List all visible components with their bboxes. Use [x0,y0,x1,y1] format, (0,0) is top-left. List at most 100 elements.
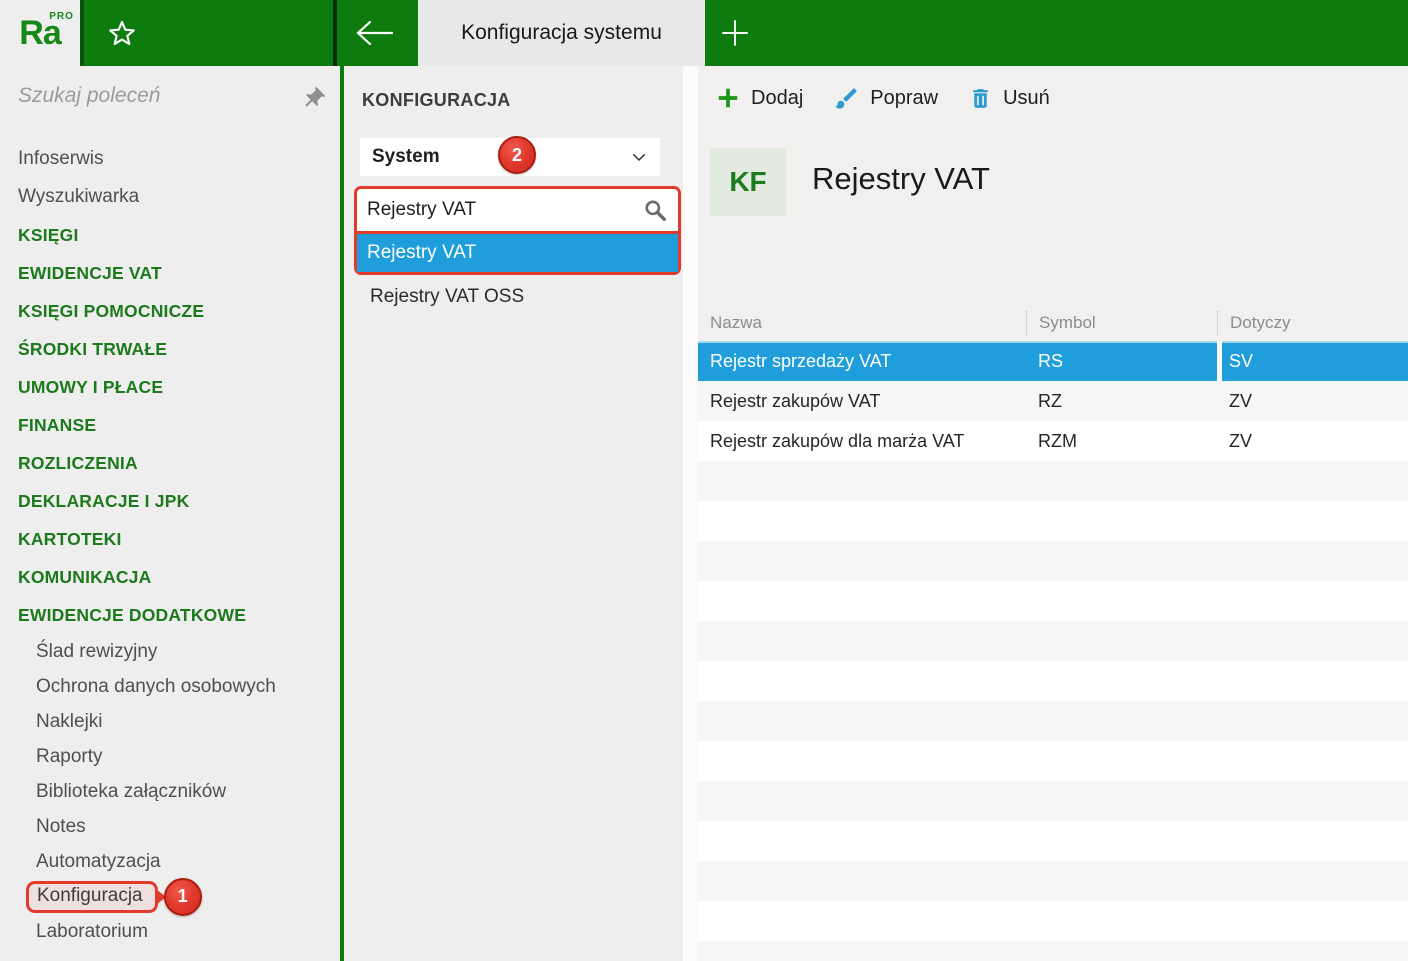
table-cell[interactable] [1217,581,1408,621]
column-header-nazwa[interactable]: Nazwa [698,311,1026,335]
table-cell[interactable]: SV [1217,341,1408,381]
table-cell[interactable]: Rejestr zakupów dla marża VAT [698,421,1026,461]
table-cell[interactable]: RS [1026,341,1217,381]
command-search[interactable]: Szukaj poleceń [0,66,340,128]
table-cell[interactable] [1026,541,1217,581]
table-cell[interactable]: RZM [1026,421,1217,461]
table-cell[interactable] [1026,581,1217,621]
config-list-item-rejestry-vat[interactable]: Rejestry VAT [357,234,678,272]
table-cell[interactable]: ZV [1217,381,1408,421]
table-cell[interactable] [1217,741,1408,781]
table-cell[interactable] [1026,901,1217,941]
tab-konfiguracja-systemu[interactable]: Konfiguracja systemu [418,0,705,66]
table-cell[interactable] [1217,501,1408,541]
table-empty-row[interactable] [698,501,1408,541]
table-cell[interactable] [698,821,1026,861]
table-cell[interactable] [1026,701,1217,741]
table-cell[interactable] [698,701,1026,741]
sidebar-item-naklejki[interactable]: Naklejki [0,704,340,739]
table-cell[interactable] [698,501,1026,541]
table-cell[interactable] [1026,621,1217,661]
table-cell[interactable] [1217,461,1408,501]
table-cell[interactable] [698,901,1026,941]
table-cell[interactable] [698,661,1026,701]
table-cell[interactable] [698,461,1026,501]
table-cell[interactable]: Rejestr sprzedaży VAT [698,341,1026,381]
table-empty-row[interactable] [698,621,1408,661]
sidebar-item-księgi[interactable]: KSIĘGI [0,216,340,254]
sidebar-item-ochrona-danych-osobowych[interactable]: Ochrona danych osobowych [0,669,340,704]
table-cell[interactable] [1217,701,1408,741]
sidebar-item-komunikacja[interactable]: KOMUNIKACJA [0,558,340,596]
table-empty-row[interactable] [698,701,1408,741]
table-cell[interactable]: Rejestr zakupów VAT [698,381,1026,421]
sidebar-item-środki-trwałe[interactable]: ŚRODKI TRWAŁE [0,330,340,368]
table-empty-row[interactable] [698,861,1408,901]
favorites-button[interactable] [102,15,142,53]
table-cell[interactable] [698,541,1026,581]
annotated-item-label[interactable]: Konfiguracja [26,880,158,913]
app-logo[interactable]: Ra PRO [0,0,84,66]
table-cell[interactable] [1217,821,1408,861]
edit-button[interactable]: Popraw [833,85,938,112]
table-cell[interactable] [698,741,1026,781]
table-cell[interactable] [698,581,1026,621]
new-tab-button[interactable] [712,14,758,52]
sidebar-item-wyszukiwarka[interactable]: Wyszukiwarka [0,178,340,216]
sidebar-item-biblioteka-załączników[interactable]: Biblioteka załączników [0,774,340,809]
sidebar-item-infoserwis[interactable]: Infoserwis [0,140,340,178]
sidebar-item-raporty[interactable]: Raporty [0,739,340,774]
sidebar-item-rozliczenia[interactable]: ROZLICZENIA [0,444,340,482]
sidebar-item-notes[interactable]: Notes [0,809,340,844]
table-empty-row[interactable] [698,901,1408,941]
table-cell[interactable]: ZV [1217,421,1408,461]
sidebar-item-automatyzacja[interactable]: Automatyzacja [0,844,340,879]
sidebar-item-deklaracje-i-jpk[interactable]: DEKLARACJE I JPK [0,482,340,520]
column-header-symbol[interactable]: Symbol [1026,311,1217,335]
table-cell[interactable] [1217,781,1408,821]
sidebar-item-księgi-pomocnicze[interactable]: KSIĘGI POMOCNICZE [0,292,340,330]
sidebar-item-kartoteki[interactable]: KARTOTEKI [0,520,340,558]
table-cell[interactable] [1026,741,1217,781]
sidebar-item-laboratorium[interactable]: Laboratorium [0,914,340,949]
table-empty-row[interactable] [698,781,1408,821]
delete-button[interactable]: Usuń [968,86,1050,111]
table-cell[interactable] [698,781,1026,821]
column-header-dotyczy[interactable]: Dotyczy [1217,311,1408,335]
table-empty-row[interactable] [698,541,1408,581]
table-cell[interactable] [698,621,1026,661]
table-cell[interactable] [698,941,1026,961]
table-empty-row[interactable] [698,661,1408,701]
table-empty-row[interactable] [698,821,1408,861]
config-list-item-rejestry-vat-oss[interactable]: Rejestry VAT OSS [358,280,668,314]
config-search-input[interactable]: Rejestry VAT [354,186,681,234]
table-cell[interactable]: RZ [1026,381,1217,421]
table-row[interactable]: Rejestr sprzedaży VAT RS SV [698,341,1408,381]
table-cell[interactable] [1026,501,1217,541]
table-row[interactable]: Rejestr zakupów VAT RZ ZV [698,381,1408,421]
table-row[interactable]: Rejestr zakupów dla marża VAT RZM ZV [698,421,1408,461]
sidebar-item-umowy-i-płace[interactable]: UMOWY I PŁACE [0,368,340,406]
sidebar-item-ślad-rewizyjny[interactable]: Ślad rewizyjny [0,634,340,669]
pin-button[interactable] [296,82,330,116]
table-cell[interactable] [1026,661,1217,701]
add-button[interactable]: Dodaj [715,85,803,111]
sidebar-item-finanse[interactable]: FINANSE [0,406,340,444]
back-button[interactable] [350,14,400,52]
table-cell[interactable] [1026,941,1217,961]
table-cell[interactable] [1026,821,1217,861]
table-cell[interactable] [1217,621,1408,661]
sidebar-item-ewidencje-vat[interactable]: EWIDENCJE VAT [0,254,340,292]
table-cell[interactable] [1217,941,1408,961]
table-cell[interactable] [1026,781,1217,821]
table-empty-row[interactable] [698,941,1408,961]
sidebar-item-konfiguracja[interactable]: Konfiguracja 1 [0,877,340,916]
table-cell[interactable] [1217,901,1408,941]
table-cell[interactable] [1217,661,1408,701]
table-cell[interactable] [1217,541,1408,581]
table-cell[interactable] [698,861,1026,901]
table-cell[interactable] [1026,861,1217,901]
table-cell[interactable] [1026,461,1217,501]
table-empty-row[interactable] [698,461,1408,501]
table-cell[interactable] [1217,861,1408,901]
